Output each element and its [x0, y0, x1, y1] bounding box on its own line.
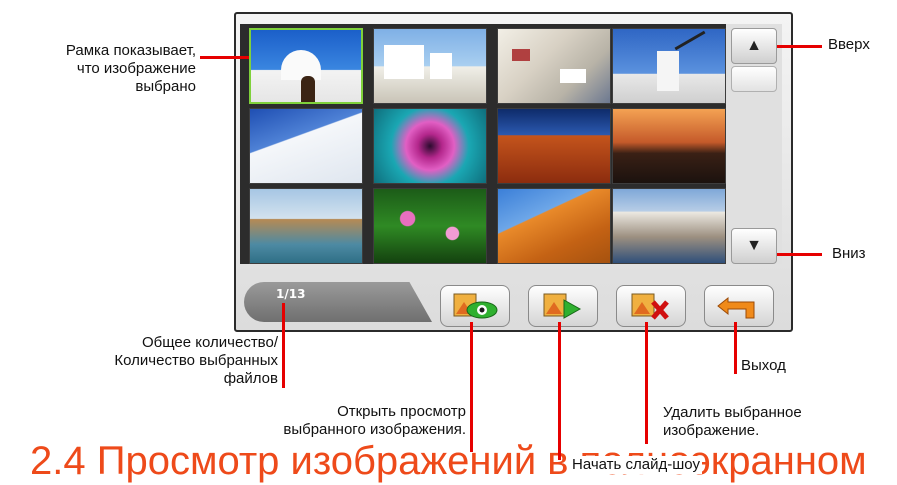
up-arrow-icon: ▲ [746, 37, 762, 54]
callout-up: Вверх [828, 36, 870, 53]
callout-line-down [777, 253, 822, 256]
callout-line-slideshow [558, 322, 561, 460]
thumbnail-sunset-harbor[interactable] [612, 108, 726, 184]
callout-line-up [777, 45, 822, 48]
callout-delete: Удалить выбранное изображение. [663, 404, 802, 439]
callout-total-count: Общее количество/ Количество выбранных ф… [114, 334, 278, 387]
file-counter: 1/13 [276, 287, 306, 301]
view-image-button[interactable] [440, 285, 510, 327]
callout-line-frame [200, 56, 249, 59]
thumbnail-lily-pads[interactable] [373, 188, 487, 264]
slideshow-play-icon [543, 293, 582, 319]
back-arrow-icon [717, 296, 755, 319]
thumbnail-cliff-village[interactable] [612, 188, 726, 264]
thumbnail-venice-canal[interactable] [249, 188, 363, 264]
delete-image-button[interactable] [616, 285, 686, 327]
callout-line-delete [645, 322, 648, 444]
scroll-thumb[interactable] [731, 66, 777, 92]
callout-line-view [470, 322, 473, 452]
view-image-icon [453, 293, 498, 319]
thumbnail-red-desert[interactable] [497, 108, 611, 184]
scroll-down-button[interactable]: ▼ [731, 228, 777, 264]
thumbnail-white-church[interactable] [249, 28, 363, 104]
callout-frame-selected: Рамка показывает, что изображение выбран… [65, 42, 196, 95]
callout-down: Вниз [832, 245, 866, 262]
callout-line-exit [734, 322, 737, 374]
thumbnail-sand-dune[interactable] [497, 188, 611, 264]
section-heading: 2.4 Просмотр изображений в полноэкранном [30, 439, 867, 483]
scroll-up-button[interactable]: ▲ [731, 28, 777, 64]
exit-button[interactable] [704, 285, 774, 327]
thumbnail-church-coast[interactable] [373, 28, 487, 104]
down-arrow-icon: ▼ [746, 237, 762, 254]
slideshow-button[interactable] [528, 285, 598, 327]
thumbnail-purple-flower[interactable] [373, 108, 487, 184]
callout-slideshow: Начать слайд-шоу [570, 456, 702, 474]
callout-open-view: Открыть просмотр выбранного изображения. [283, 403, 466, 438]
delete-image-icon [631, 293, 669, 320]
thumbnail-snowy-slope[interactable] [249, 108, 363, 184]
counter-pill [244, 282, 432, 322]
callout-exit: Выход [741, 357, 786, 374]
callout-line-counter [282, 303, 285, 388]
thumbnail-hillside-town[interactable] [497, 28, 611, 104]
thumbnail-windmill[interactable] [612, 28, 726, 104]
